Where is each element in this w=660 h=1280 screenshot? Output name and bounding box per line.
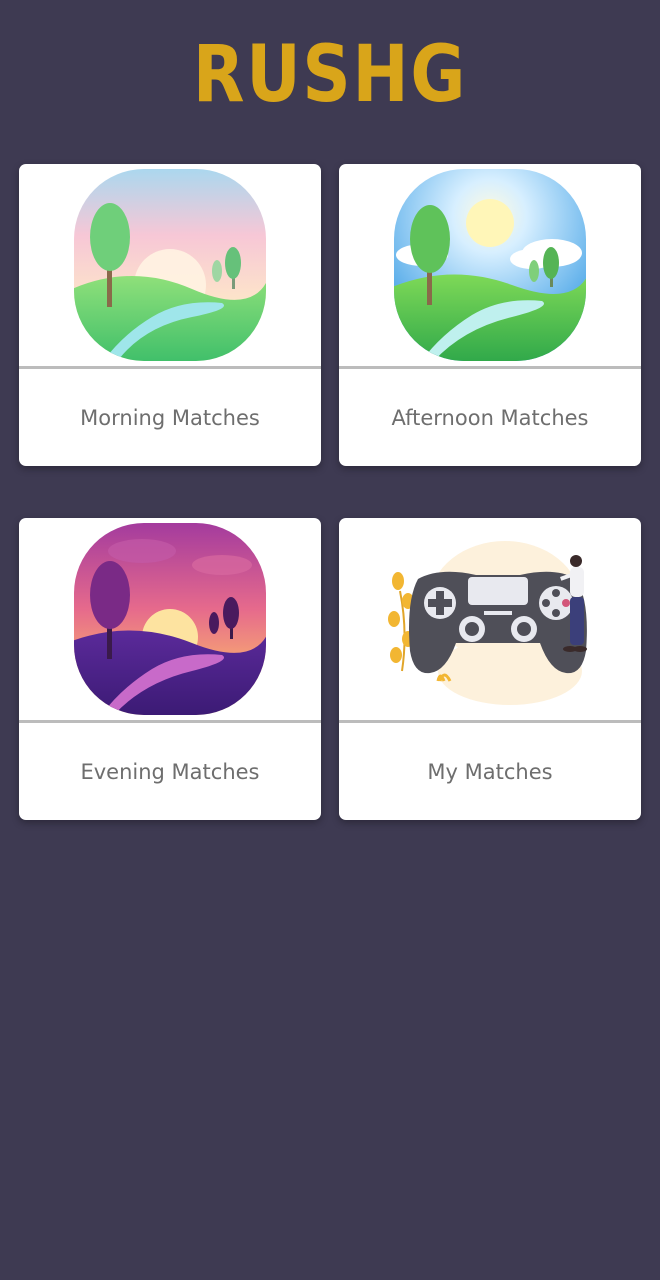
morning-landscape-icon	[19, 164, 321, 366]
evening-matches-card[interactable]: Evening Matches	[19, 518, 321, 820]
morning-matches-label: Morning Matches	[80, 405, 260, 430]
afternoon-matches-card[interactable]: Afternoon Matches	[339, 164, 641, 466]
afternoon-landscape-icon	[339, 164, 641, 366]
afternoon-matches-label: Afternoon Matches	[391, 405, 589, 430]
my-matches-label: My Matches	[427, 759, 553, 784]
morning-matches-card[interactable]: Morning Matches	[19, 164, 321, 466]
game-controller-icon	[339, 518, 641, 720]
my-matches-card[interactable]: My Matches	[339, 518, 641, 820]
evening-matches-label: Evening Matches	[80, 759, 260, 784]
evening-landscape-icon	[19, 518, 321, 720]
app-logo: RUSHG	[192, 30, 468, 120]
